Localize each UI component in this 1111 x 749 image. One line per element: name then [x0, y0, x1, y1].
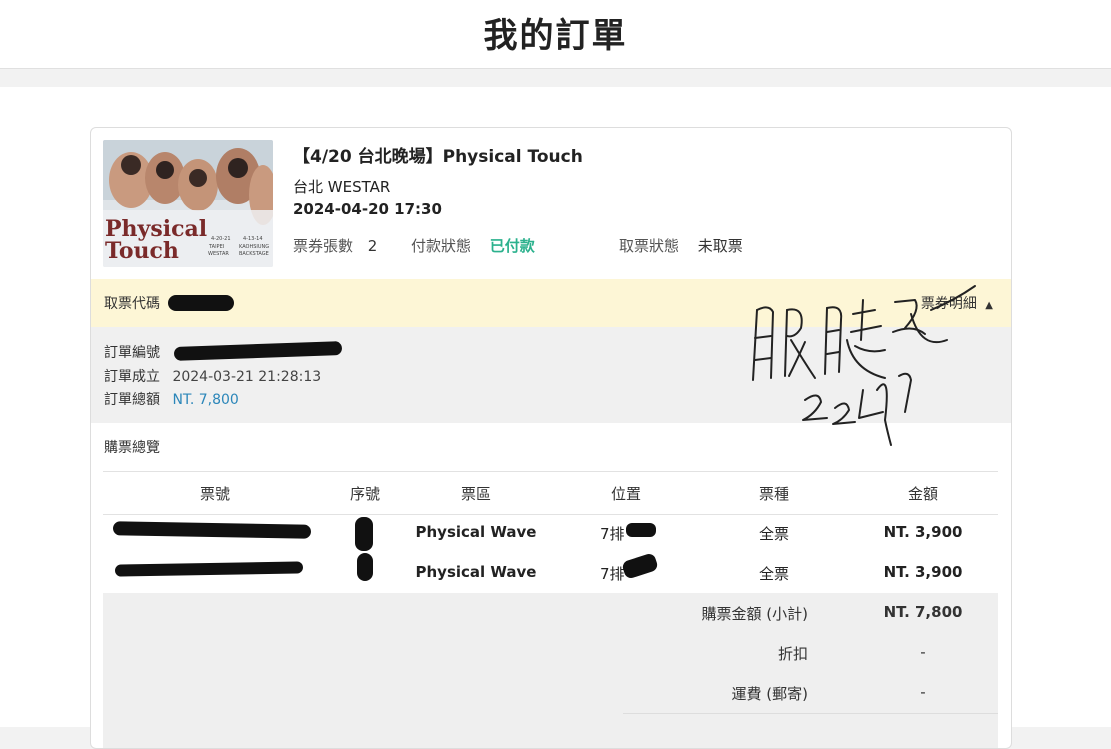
order-created-label: 訂單成立 — [104, 369, 160, 385]
redaction-mark — [355, 517, 373, 551]
poster-left-venue: WESTAR — [208, 251, 229, 257]
column-header: 票種 — [758, 485, 789, 503]
ticket-zone: Physical Wave — [415, 523, 537, 541]
discount-label: 折扣 — [777, 645, 808, 663]
subtotal-label: 購票金額 (小計) — [701, 605, 808, 623]
pickup-code-label: 取票代碼 — [104, 296, 160, 312]
order-created-value: 2024-03-21 21:28:13 — [172, 369, 322, 385]
order-created-row: 訂單成立 2024-03-21 21:28:13 — [104, 366, 321, 386]
subtotal-value: NT. 7,800 — [883, 603, 963, 621]
redaction-mark — [112, 521, 312, 539]
order-number-label: 訂單編號 — [104, 345, 160, 361]
ticket-count: 票券張數 2 — [293, 235, 377, 256]
poster-title-line2: Touch — [105, 238, 179, 264]
ticket-zone: Physical Wave — [415, 563, 537, 581]
event-title: 【4/20 台北晚場】Physical Touch — [293, 147, 583, 167]
discount-value: - — [920, 643, 926, 661]
order-total-label: 訂單總額 — [104, 392, 160, 408]
poster-right-city: KAOHSIUNG — [239, 244, 269, 250]
ticket-count-label: 票券張數 — [293, 237, 354, 255]
ticket-type: 全票 — [758, 525, 789, 543]
shipping-value: - — [920, 683, 926, 701]
top-bar: 我的訂單 — [0, 0, 1111, 69]
order-number-row: 訂單編號 — [104, 341, 343, 362]
column-header: 金額 — [907, 485, 938, 503]
poster-right-venue: BACKSTAGE — [239, 251, 269, 257]
ticket-type: 全票 — [758, 565, 789, 583]
event-venue: 台北 WESTAR — [293, 178, 391, 196]
payment-status: 付款狀態 已付款 — [411, 235, 535, 256]
event-datetime: 2024-04-20 17:30 — [293, 200, 442, 218]
pickup-status: 取票狀態 未取票 — [619, 235, 743, 256]
event-poster[interactable]: Physical Touch 4-20-21 TAIPEI WESTAR 4-1… — [103, 140, 273, 267]
pickup-status-label: 取票狀態 — [619, 237, 680, 255]
page-title: 我的訂單 — [483, 16, 628, 56]
payment-status-value: 已付款 — [489, 237, 535, 255]
table-header: 票號 序號 票區 位置 票種 金額 — [103, 471, 998, 515]
redaction-mark — [173, 341, 343, 361]
poster-right-caption: 4-13-14 — [243, 236, 263, 242]
poster-left-caption: 4-20-21 — [211, 236, 231, 242]
price-summary: 購票金額 (小計) NT. 7,800 折扣 - 運費 (郵寄) - — [103, 593, 998, 748]
pickup-code: 取票代碼 — [104, 293, 234, 313]
redaction-mark — [626, 523, 656, 537]
summary-divider — [623, 713, 998, 714]
column-header: 票號 — [199, 485, 230, 503]
handwritten-signature — [752, 285, 976, 446]
pickup-status-value: 未取票 — [697, 237, 743, 255]
column-header: 位置 — [610, 485, 641, 503]
ticket-amount: NT. 3,900 — [883, 563, 963, 581]
table-row: Physical Wave 7排 全票 NT. 3,900 — [103, 513, 998, 553]
shipping-label: 運費 (郵寄) — [731, 685, 808, 703]
redaction-mark — [114, 561, 304, 577]
order-total-value: NT. 7,800 — [172, 392, 239, 408]
redaction-mark — [357, 553, 373, 581]
redaction-mark — [168, 295, 234, 311]
poster-left-city: TAIPEI — [208, 244, 224, 250]
ticket-amount: NT. 3,900 — [883, 523, 963, 541]
order-total-row: 訂單總額 NT. 7,800 — [104, 389, 239, 409]
table-row: Physical Wave 7排 全票 NT. 3,900 — [103, 552, 998, 593]
ticket-count-value: 2 — [367, 237, 378, 255]
column-header: 票區 — [460, 485, 491, 503]
payment-status-label: 付款狀態 — [411, 237, 472, 255]
chevron-up-icon: ▲ — [985, 300, 993, 311]
purchase-overview-title: 購票總覽 — [104, 440, 160, 456]
column-header: 序號 — [349, 485, 380, 503]
